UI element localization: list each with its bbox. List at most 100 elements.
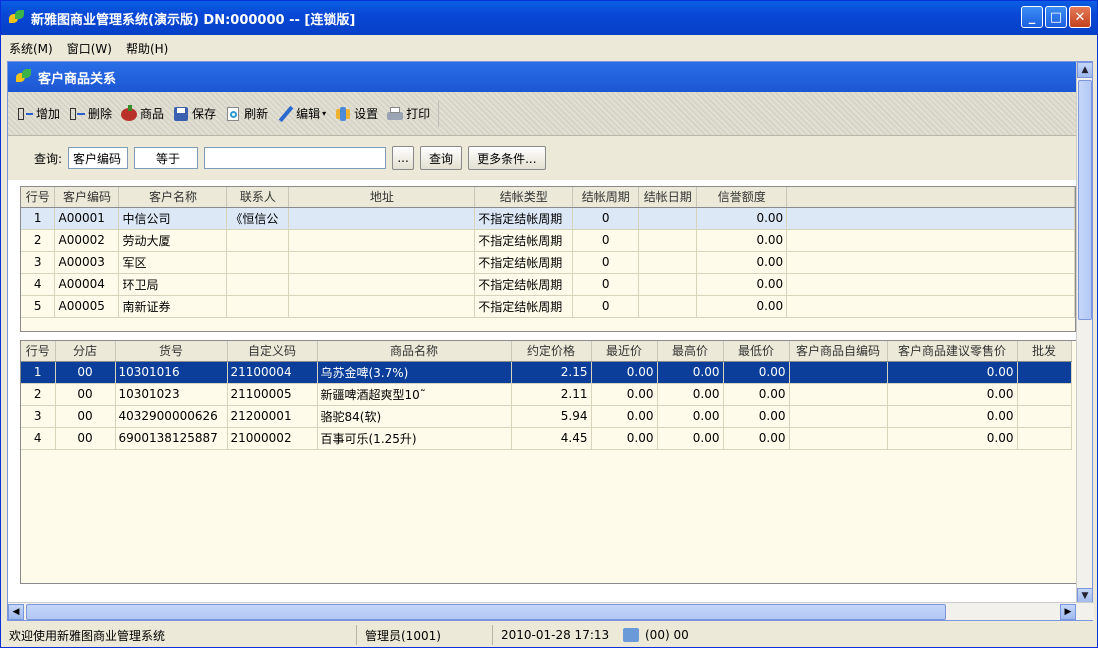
maximize-button[interactable]: □ xyxy=(1045,6,1067,28)
table-cell[interactable]: 5.94 xyxy=(511,405,592,428)
table-cell[interactable]: 0 xyxy=(572,273,640,296)
table-cell[interactable]: 0.00 xyxy=(696,251,788,274)
table-cell[interactable]: 2.15 xyxy=(511,361,592,384)
horizontal-scrollbar[interactable]: ◀ ▶ xyxy=(8,602,1094,620)
table-cell[interactable]: 2 xyxy=(21,229,56,252)
query-field-select[interactable]: 客户编码 xyxy=(68,147,129,169)
table-cell[interactable] xyxy=(638,207,698,230)
table-cell[interactable]: 3 xyxy=(21,251,56,274)
table-cell[interactable]: 0 xyxy=(572,229,640,252)
table-cell[interactable]: A00003 xyxy=(54,251,120,274)
menu-help[interactable]: 帮助(H) xyxy=(126,40,168,57)
ellipsis-button[interactable]: ... xyxy=(392,146,415,170)
table-cell[interactable]: 中信公司 xyxy=(118,207,228,230)
table-cell[interactable]: 4032900000626 xyxy=(115,405,228,428)
table-cell[interactable]: 10301016 xyxy=(115,361,228,384)
table-cell[interactable]: 00 xyxy=(55,383,116,406)
table-cell[interactable]: 不指定结帐周期 xyxy=(474,273,574,296)
table-cell[interactable]: 骆驼84(软) xyxy=(317,405,512,428)
table-cell[interactable] xyxy=(1017,427,1072,450)
table-cell[interactable]: 0.00 xyxy=(696,229,788,252)
table-cell[interactable]: 2 xyxy=(21,383,56,406)
refresh-button[interactable]: 刷新 xyxy=(224,105,268,123)
table-cell[interactable]: 21100005 xyxy=(227,383,318,406)
column-header[interactable]: 客户商品自编码 xyxy=(789,341,888,362)
table-cell[interactable]: 军区 xyxy=(118,251,228,274)
table-cell[interactable]: 00 xyxy=(55,427,116,450)
settings-button[interactable]: 设置 xyxy=(334,105,378,123)
table-cell[interactable]: A00001 xyxy=(54,207,120,230)
table-cell[interactable] xyxy=(789,427,888,450)
table-cell[interactable]: 3 xyxy=(21,405,56,428)
table-cell[interactable]: 不指定结帐周期 xyxy=(474,251,574,274)
delete-button[interactable]: 删除 xyxy=(68,105,112,123)
table-cell[interactable]: A00002 xyxy=(54,229,120,252)
table-cell[interactable]: 2.11 xyxy=(511,383,592,406)
table-cell[interactable]: 0 xyxy=(572,207,640,230)
vertical-scrollbar[interactable]: ▲ ▼ xyxy=(1076,62,1093,604)
table-cell[interactable]: 10301023 xyxy=(115,383,228,406)
close-button[interactable]: ✕ xyxy=(1069,6,1091,28)
table-cell[interactable]: 0.00 xyxy=(591,383,658,406)
table-cell[interactable]: 0.00 xyxy=(887,361,1018,384)
table-cell[interactable] xyxy=(226,251,290,274)
scroll-left-icon[interactable]: ◀ xyxy=(8,604,24,620)
table-cell[interactable]: 0.00 xyxy=(591,361,658,384)
table-cell[interactable]: 0.00 xyxy=(887,405,1018,428)
column-header[interactable]: 结帐类型 xyxy=(474,187,574,208)
table-row[interactable]: 1 00 10301016 21100004 乌苏金啤(3.7%) 2.15 0.00 0.0… xyxy=(21,361,1072,384)
column-header[interactable]: 客户商品建议零售价 xyxy=(887,341,1018,362)
table-cell[interactable]: 1 xyxy=(21,207,56,230)
table-row[interactable]: 3 A00003 军区 不指定结帐周期 0 0.00 xyxy=(21,251,1075,274)
table-cell[interactable]: 00 xyxy=(55,405,116,428)
table-cell[interactable] xyxy=(638,251,698,274)
column-header[interactable]: 自定义码 xyxy=(227,341,318,362)
table-cell[interactable] xyxy=(789,383,888,406)
scroll-right-icon[interactable]: ▶ xyxy=(1060,604,1076,620)
table-cell[interactable]: 0.00 xyxy=(657,405,724,428)
minimize-button[interactable]: _ xyxy=(1021,6,1043,28)
table-cell[interactable]: 6900138125887 xyxy=(115,427,228,450)
table-cell[interactable] xyxy=(226,295,290,318)
goods-button[interactable]: 商品 xyxy=(120,104,164,123)
table-cell[interactable]: 0.00 xyxy=(696,295,788,318)
table-cell[interactable] xyxy=(288,251,476,274)
table-cell[interactable]: 0.00 xyxy=(657,383,724,406)
table-cell[interactable]: 0.00 xyxy=(657,427,724,450)
table-cell[interactable]: 百事可乐(1.25升) xyxy=(317,427,512,450)
table-cell[interactable]: 0.00 xyxy=(591,427,658,450)
column-header[interactable]: 批发 xyxy=(1017,341,1072,362)
table-cell[interactable]: 00 xyxy=(55,361,116,384)
title-bar[interactable]: 新雅图商业管理系统(演示版) DN:000000 -- [连锁版] _ □ ✕ xyxy=(1,1,1097,35)
table-cell[interactable]: 0.00 xyxy=(723,383,790,406)
table-cell[interactable] xyxy=(789,405,888,428)
scroll-up-icon[interactable]: ▲ xyxy=(1077,62,1093,78)
table-cell[interactable]: 0 xyxy=(572,295,640,318)
column-header[interactable]: 最近价 xyxy=(591,341,658,362)
table-cell[interactable]: 乌苏金啤(3.7%) xyxy=(317,361,512,384)
table-cell[interactable]: 0.00 xyxy=(591,405,658,428)
column-header[interactable]: 约定价格 xyxy=(511,341,592,362)
table-cell[interactable] xyxy=(1017,383,1072,406)
table-cell[interactable]: 0.00 xyxy=(723,405,790,428)
column-header[interactable]: 货号 xyxy=(115,341,228,362)
table-cell[interactable] xyxy=(288,207,476,230)
table-row[interactable]: 4 A00004 环卫局 不指定结帐周期 0 0.00 xyxy=(21,273,1075,296)
column-header[interactable]: 联系人 xyxy=(226,187,290,208)
horizontal-scroll-thumb[interactable] xyxy=(26,604,946,620)
column-header[interactable]: 地址 xyxy=(288,187,476,208)
table-cell[interactable]: 0.00 xyxy=(887,383,1018,406)
table-cell[interactable]: 0.00 xyxy=(696,273,788,296)
search-button[interactable]: 查询 xyxy=(420,146,463,170)
table-row[interactable]: 2 A00002 劳动大厦 不指定结帐周期 0 0.00 xyxy=(21,229,1075,252)
table-cell[interactable]: A00005 xyxy=(54,295,120,318)
table-row[interactable]: 2 00 10301023 21100005 新疆啤酒超爽型10˜ 2.11 0.00 0.0… xyxy=(21,383,1072,406)
column-header[interactable]: 结帐周期 xyxy=(572,187,640,208)
table-cell[interactable]: 4 xyxy=(21,273,56,296)
table-cell[interactable]: 5 xyxy=(21,295,56,318)
column-header[interactable]: 行号 xyxy=(21,341,56,362)
column-header[interactable]: 客户编码 xyxy=(54,187,120,208)
table-cell[interactable] xyxy=(288,295,476,318)
column-header[interactable]: 信誉额度 xyxy=(696,187,788,208)
save-button[interactable]: 保存 xyxy=(172,105,216,123)
